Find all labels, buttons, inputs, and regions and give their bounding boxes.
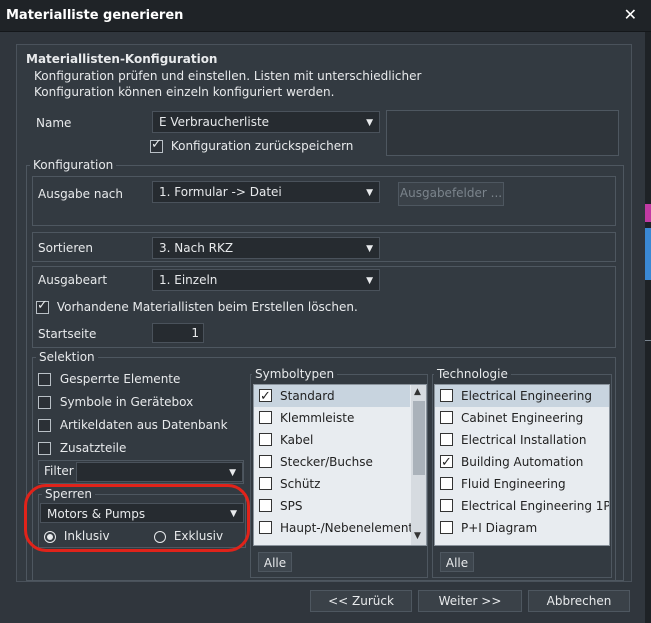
option-label: Zusatzteile: [59, 441, 127, 455]
option-label: Gesperrte Elemente: [59, 372, 181, 386]
ausgabeart-dropdown[interactable]: 1. Einzeln ▼: [152, 269, 380, 291]
list-item[interactable]: Stecker/Buchse: [254, 451, 410, 473]
sortieren-dropdown-value: 3. Nach RKZ: [159, 241, 234, 255]
config-heading: Materiallisten-Konfiguration: [26, 52, 218, 66]
chevron-down-icon: ▼: [366, 118, 373, 128]
checkbox-icon[interactable]: [440, 411, 453, 424]
ausgabe-dropdown-value: 1. Formular -> Datei: [159, 185, 282, 199]
list-item[interactable]: Klemmleiste: [254, 407, 410, 429]
cancel-button[interactable]: Abbrechen: [528, 590, 630, 612]
konfiguration-group-label: Konfiguration: [30, 158, 117, 172]
name-dropdown-value: E Verbraucherliste: [159, 115, 270, 129]
checkbox-icon[interactable]: [38, 419, 51, 432]
list-item[interactable]: SPS: [254, 495, 410, 517]
checkbox-icon[interactable]: [259, 433, 272, 446]
save-back-checkbox-row[interactable]: Konfiguration zurückspeichern: [150, 137, 354, 153]
list-item[interactable]: P+I Diagram: [435, 517, 609, 539]
name-preview-box: [386, 110, 619, 156]
config-description-line1: Konfiguration prüfen und einstellen. Lis…: [34, 69, 422, 83]
list-item[interactable]: Haupt-/Nebenelement: [254, 517, 413, 539]
filter-dropdown[interactable]: ▼: [76, 462, 243, 482]
scroll-up-icon[interactable]: ▲: [414, 387, 421, 397]
delete-existing-row[interactable]: Vorhandene Materiallisten beim Erstellen…: [36, 298, 358, 314]
chevron-down-icon: ▼: [366, 244, 373, 254]
symboltypen-all-button[interactable]: Alle: [258, 552, 292, 572]
selektion-group-label: Selektion: [36, 350, 98, 364]
chevron-down-icon: ▼: [229, 468, 236, 478]
background-app-strip: [645, 32, 651, 623]
option-symbole-in-geraetebox[interactable]: Symbole in Gerätebox: [38, 395, 193, 409]
back-button[interactable]: << Zurück: [310, 590, 412, 612]
window-title: Materialliste generieren: [6, 8, 184, 23]
symboltypen-list[interactable]: Standard Klemmleiste Kabel Stecker/Buchs…: [253, 384, 427, 546]
checkbox-icon[interactable]: [259, 455, 272, 468]
option-label: Artikeldaten aus Datenbank: [59, 418, 228, 432]
option-gesperrte-elemente[interactable]: Gesperrte Elemente: [38, 372, 180, 386]
checkbox-icon[interactable]: [259, 499, 272, 512]
name-label: Name: [36, 116, 72, 130]
list-item[interactable]: Electrical Engineering: [435, 385, 609, 407]
delete-existing-checkbox[interactable]: [36, 298, 49, 314]
checkbox-icon[interactable]: [440, 477, 453, 490]
startseite-input[interactable]: 1: [152, 323, 204, 343]
checkbox-icon[interactable]: [440, 499, 453, 512]
chevron-down-icon: ▼: [366, 276, 373, 286]
checkbox-icon[interactable]: [440, 433, 453, 446]
delete-existing-label: Vorhandene Materiallisten beim Erstellen…: [56, 300, 358, 314]
checkbox-icon[interactable]: [38, 373, 51, 386]
close-icon[interactable]: ✕: [624, 5, 637, 24]
checkbox-icon[interactable]: [440, 452, 453, 474]
checkbox-icon[interactable]: [440, 389, 453, 402]
scroll-thumb[interactable]: [413, 401, 425, 475]
name-dropdown[interactable]: E Verbraucherliste ▼: [152, 111, 380, 133]
option-zusatzteile[interactable]: Zusatzteile: [38, 441, 126, 455]
sortieren-label: Sortieren: [38, 241, 93, 255]
ausgabeart-dropdown-value: 1. Einzeln: [159, 273, 218, 287]
option-label: Symbole in Gerätebox: [59, 395, 194, 409]
next-button[interactable]: Weiter >>: [418, 590, 522, 612]
background-marker: [645, 228, 651, 280]
checkbox-icon[interactable]: [259, 521, 272, 534]
ausgabe-label: Ausgabe nach: [38, 187, 124, 201]
checkbox-icon[interactable]: [259, 411, 272, 424]
symboltypen-label: Symboltypen: [252, 367, 338, 381]
technologie-list[interactable]: Electrical Engineering Cabinet Engineeri…: [434, 384, 610, 546]
checkbox-icon[interactable]: [440, 521, 453, 534]
option-artikeldaten-aus-datenbank[interactable]: Artikeldaten aus Datenbank: [38, 418, 228, 432]
highlight-annotation: [24, 484, 250, 552]
list-item[interactable]: Kabel: [254, 429, 410, 451]
checkbox-icon[interactable]: [259, 477, 272, 490]
ausgabe-dropdown[interactable]: 1. Formular -> Datei ▼: [152, 181, 380, 203]
chevron-down-icon: ▼: [366, 188, 373, 198]
list-item[interactable]: Schütz: [254, 473, 410, 495]
config-description-line2: Konfiguration können einzeln konfigurier…: [34, 85, 335, 99]
checkbox-icon[interactable]: [38, 442, 51, 455]
filter-label: Filter: [44, 464, 74, 478]
list-item[interactable]: Electrical Installation: [435, 429, 609, 451]
startseite-label: Startseite: [38, 327, 97, 341]
ausgabefelder-button[interactable]: Ausgabefelder ...: [398, 182, 504, 206]
checkbox-icon[interactable]: [38, 396, 51, 409]
symboltypen-scrollbar[interactable]: ▲ ▼: [411, 385, 426, 545]
list-item[interactable]: Standard: [254, 385, 410, 408]
list-item[interactable]: Fluid Engineering: [435, 473, 609, 495]
list-item[interactable]: Building Automation: [435, 451, 609, 474]
ausgabeart-label: Ausgabeart: [38, 273, 108, 287]
technologie-label: Technologie: [434, 367, 511, 381]
save-back-label: Konfiguration zurückspeichern: [170, 139, 354, 153]
list-item[interactable]: Cabinet Engineering: [435, 407, 609, 429]
save-back-checkbox[interactable]: [150, 137, 163, 153]
scroll-down-icon[interactable]: ▼: [414, 531, 421, 541]
technologie-all-button[interactable]: Alle: [440, 552, 474, 572]
list-item[interactable]: Electrical Engineering 1Pol: [435, 495, 609, 517]
checkbox-icon[interactable]: [259, 386, 272, 408]
title-bar: Materialliste generieren ✕: [0, 0, 651, 32]
background-marker: [645, 340, 651, 341]
background-marker: [645, 204, 651, 222]
sortieren-dropdown[interactable]: 3. Nach RKZ ▼: [152, 237, 380, 259]
